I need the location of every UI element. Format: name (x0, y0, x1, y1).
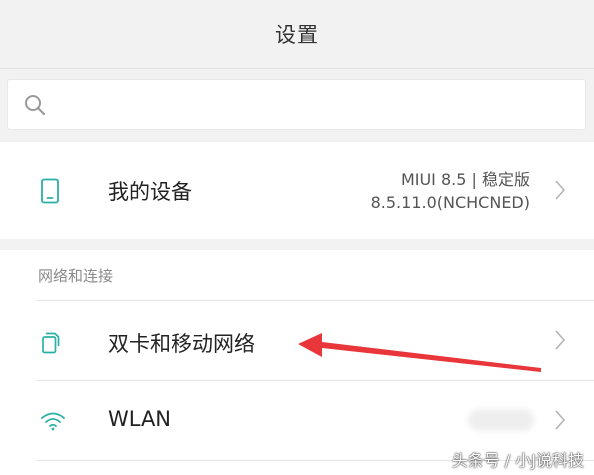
phone-icon (41, 178, 59, 204)
watermark: 头条号 / 小J说科技 (451, 451, 584, 470)
search-box[interactable] (7, 79, 586, 130)
chevron-right-icon (555, 330, 566, 350)
network-panel: 网络和连接 双卡和移动网络 WLAN (0, 250, 594, 475)
wlan-label: WLAN (108, 407, 172, 431)
search-icon (25, 95, 46, 116)
section-header-network: 网络和连接 (38, 267, 114, 285)
device-version-line2: 8.5.11.0(NCHCNED) (370, 193, 530, 212)
device-panel: 我的设备 MIUI 8.5 | 稳定版 8.5.11.0(NCHCNED) (0, 142, 594, 239)
my-device-row[interactable]: 我的设备 MIUI 8.5 | 稳定版 8.5.11.0(NCHCNED) (0, 142, 594, 239)
title-bar: 设置 (0, 0, 594, 69)
search-area (0, 69, 594, 142)
page-title: 设置 (275, 23, 319, 47)
chevron-right-icon (555, 410, 566, 430)
device-version: MIUI 8.5 | 稳定版 8.5.11.0(NCHCNED) (371, 168, 530, 214)
search-input[interactable] (58, 88, 572, 124)
sim-cards-icon (42, 332, 60, 354)
wlan-status (468, 409, 534, 431)
sim-mobile-network-row[interactable]: 双卡和移动网络 (0, 301, 594, 380)
my-device-label: 我的设备 (108, 180, 192, 204)
device-version-line1: MIUI 8.5 | 稳定版 (400, 170, 530, 189)
wifi-icon (41, 412, 65, 431)
sim-mobile-network-label: 双卡和移动网络 (108, 332, 255, 356)
chevron-right-icon (555, 180, 566, 200)
